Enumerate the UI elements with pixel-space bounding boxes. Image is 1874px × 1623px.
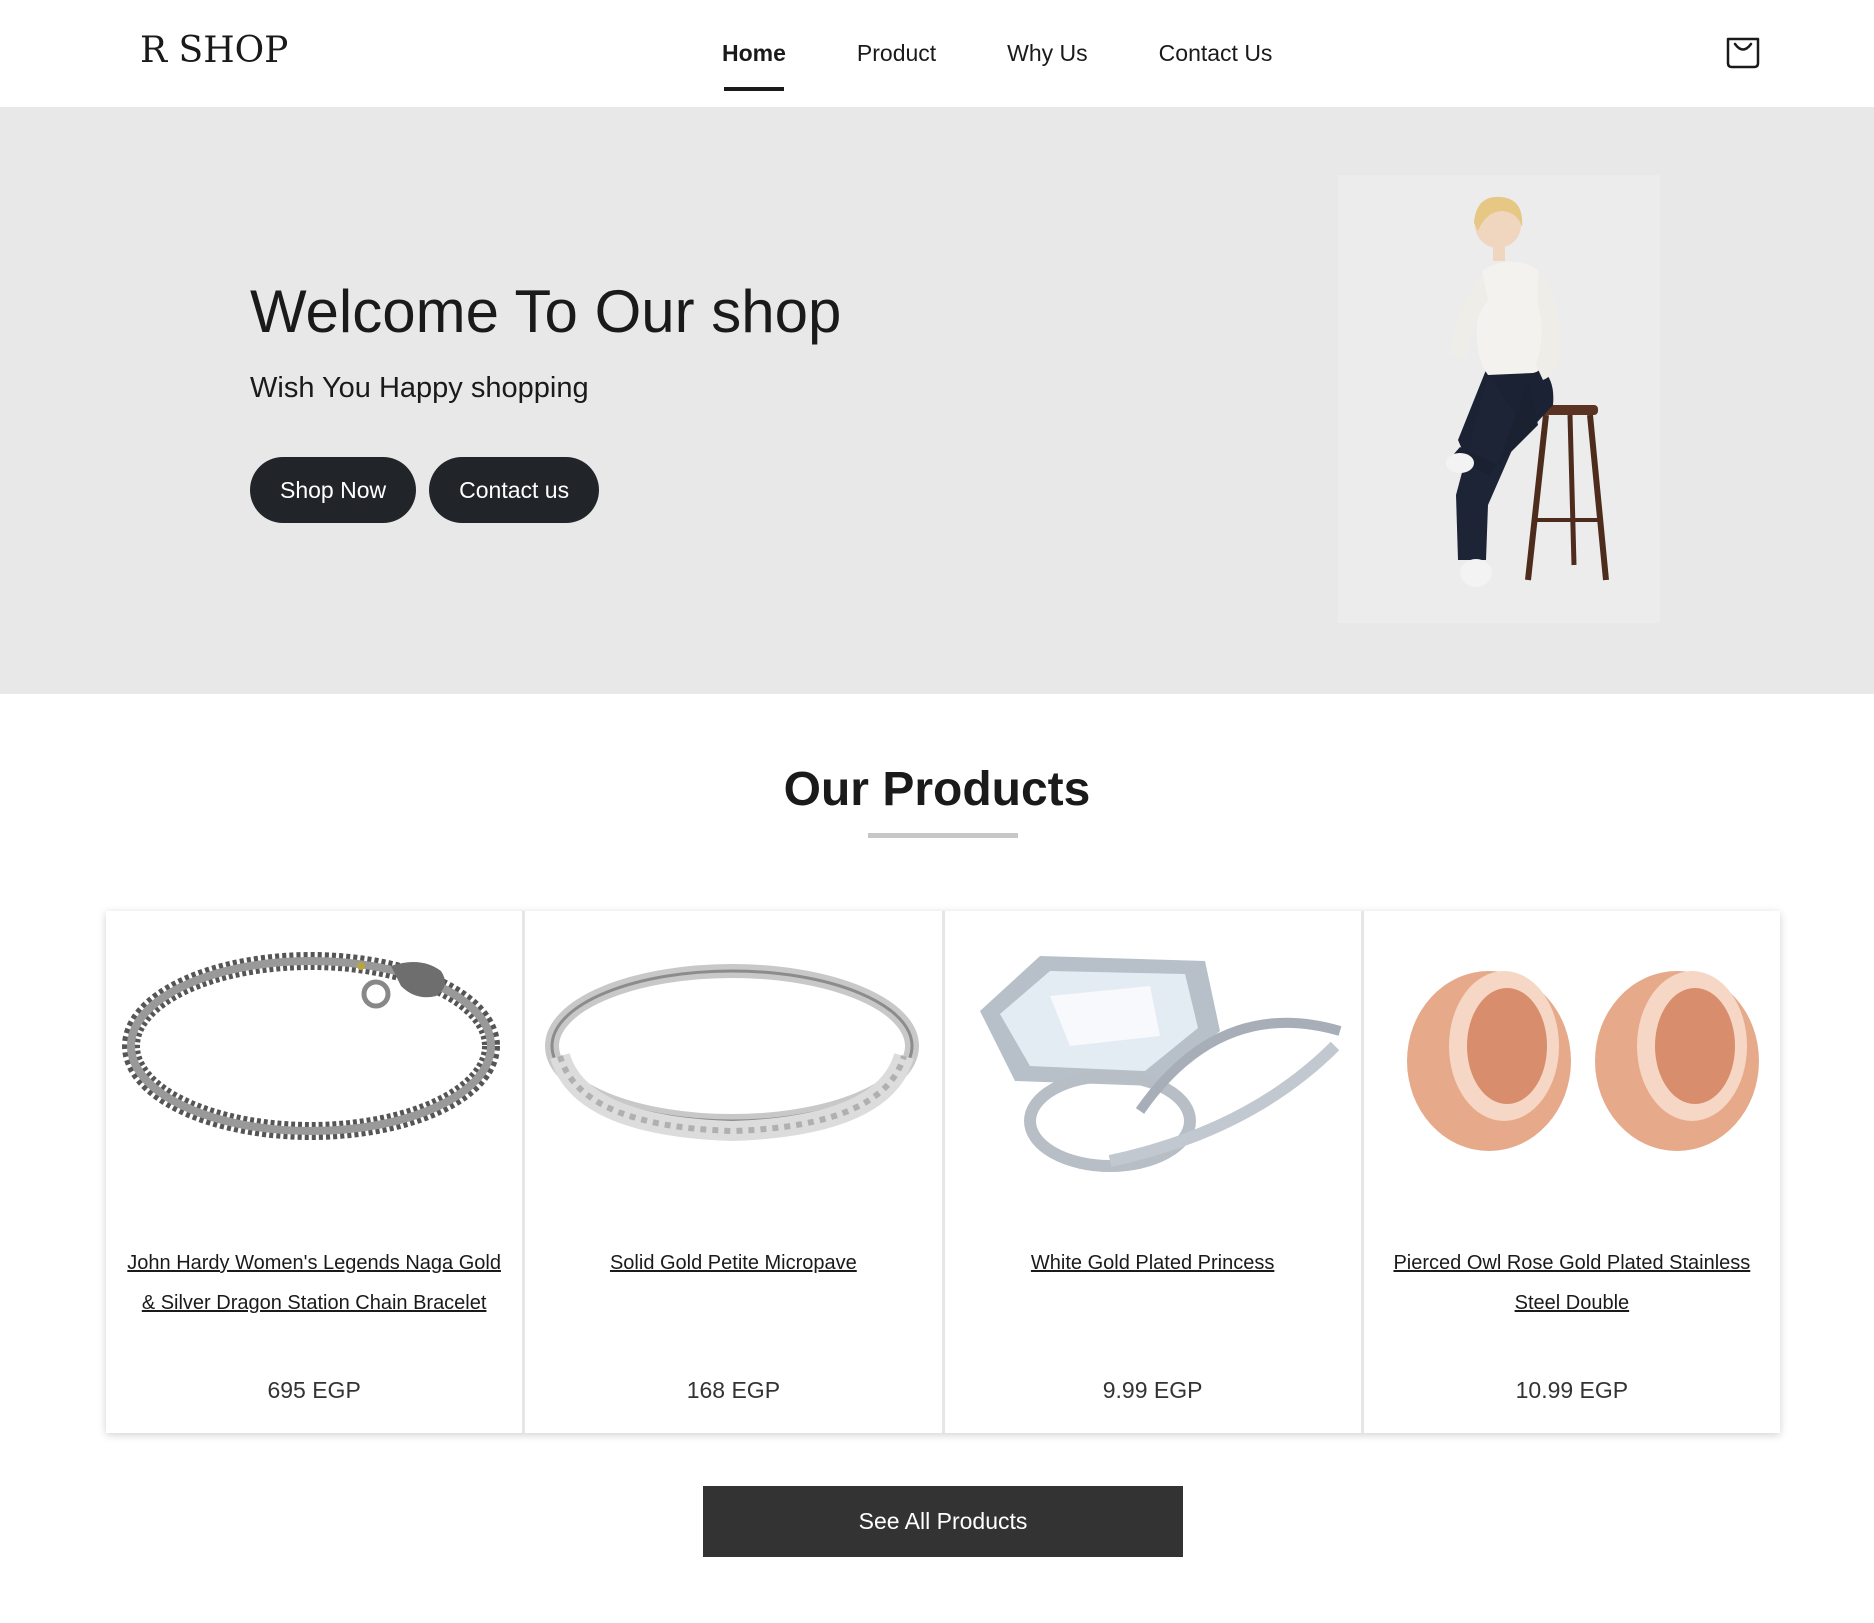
product-image-dragon-bracelet[interactable]	[121, 936, 506, 1186]
product-name[interactable]: Pierced Owl Rose Gold Plated Stainless S…	[1384, 1243, 1760, 1323]
product-grid: John Hardy Women's Legends Naga Gold & S…	[106, 911, 1780, 1433]
hero-model-image	[1338, 175, 1660, 623]
nav-item-contact-us[interactable]: Contact Us	[1136, 40, 1296, 67]
nav-item-home[interactable]: Home	[700, 40, 808, 91]
product-image-silver-band[interactable]	[540, 936, 925, 1186]
product-image-rose-gold-plugs[interactable]	[1379, 936, 1764, 1186]
product-card[interactable]: Pierced Owl Rose Gold Plated Stainless S…	[1363, 911, 1780, 1433]
product-price: 168 EGP	[686, 1377, 781, 1403]
product-name[interactable]: Solid Gold Petite Micropave	[545, 1243, 921, 1283]
contact-us-button[interactable]: Contact us	[429, 457, 600, 523]
see-all-products-button[interactable]: See All Products	[703, 1486, 1183, 1557]
hero-section: Welcome To Our shop Wish You Happy shopp…	[0, 107, 1874, 694]
shopping-bag-icon[interactable]	[1725, 33, 1761, 69]
heading-underline	[868, 833, 1018, 838]
product-price: 9.99 EGP	[1102, 1377, 1203, 1403]
product-price: 695 EGP	[267, 1377, 361, 1403]
hero-subtitle: Wish You Happy shopping	[250, 372, 589, 404]
product-card[interactable]: Solid Gold Petite Micropave 168 EGP	[525, 911, 945, 1433]
product-name[interactable]: John Hardy Women's Legends Naga Gold & S…	[126, 1243, 502, 1323]
product-image-princess-ring[interactable]	[959, 936, 1345, 1186]
brand-logo[interactable]: R SHOP	[140, 30, 288, 71]
nav-item-why-us[interactable]: Why Us	[984, 40, 1111, 67]
product-name[interactable]: White Gold Plated Princess	[965, 1243, 1341, 1283]
nav-item-product[interactable]: Product	[834, 40, 959, 67]
hero-buttons: Shop Now Contact us	[250, 457, 600, 523]
navbar: R SHOP Home Product Why Us Contact Us	[0, 0, 1874, 107]
product-price: 10.99 EGP	[1515, 1377, 1629, 1403]
product-card[interactable]: John Hardy Women's Legends Naga Gold & S…	[106, 911, 526, 1433]
hero-title: Welcome To Our shop	[250, 278, 842, 345]
nav-links: Home Product Why Us Contact Us	[700, 0, 1295, 107]
products-heading: Our Products	[783, 763, 1091, 816]
product-card[interactable]: White Gold Plated Princess 9.99 EGP	[944, 911, 1364, 1433]
shop-now-button[interactable]: Shop Now	[250, 457, 417, 523]
